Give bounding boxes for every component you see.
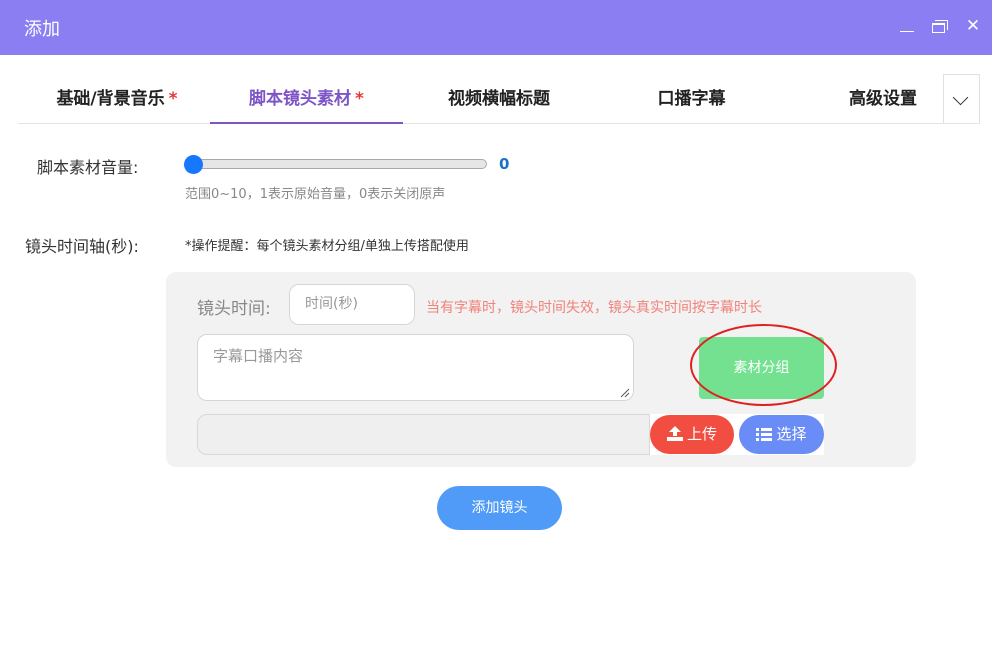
resize-grip-icon[interactable] (618, 386, 630, 398)
add-shot-button[interactable]: 添加镜头 (437, 486, 562, 530)
volume-hint: 范围0~10，1表示原始音量，0表示关闭原声 (185, 187, 446, 202)
chevron-down-icon (952, 89, 969, 106)
tab-label: 基础/背景音乐 (56, 89, 165, 109)
tab-advanced-settings[interactable]: 高级设置 (830, 74, 936, 124)
required-mark: * (168, 89, 178, 109)
shot-time-warning: 当有字幕时，镜头时间失效，镜头真实时间按字幕时长 (426, 300, 762, 316)
tab-bar: 基础/背景音乐 * 脚本镜头素材 * 视频横幅标题 口播字幕 高级设置 (18, 74, 980, 124)
window-title: 添加 (24, 19, 60, 40)
shot-time-input[interactable]: 时间(秒) (289, 284, 415, 325)
upload-icon (666, 426, 683, 441)
volume-value: 0 (499, 155, 510, 173)
required-mark: * (355, 89, 364, 109)
tab-voice-subtitles[interactable]: 口播字幕 (638, 74, 745, 124)
volume-slider-track[interactable] (186, 159, 487, 169)
title-bar: 添加 ✕ (0, 0, 992, 55)
tab-banner-title[interactable]: 视频横幅标题 (438, 74, 560, 124)
list-icon (756, 428, 773, 441)
tab-more-button[interactable] (943, 74, 980, 123)
maximize-icon[interactable] (929, 14, 951, 38)
shot-time-label: 镜头时间: (197, 299, 271, 319)
select-button-label: 选择 (776, 425, 807, 443)
upload-path-field[interactable] (197, 414, 650, 455)
tab-label: 脚本镜头素材 (249, 89, 352, 109)
upload-button[interactable]: 上传 (650, 415, 734, 454)
timeline-label: 镜头时间轴(秒): (25, 237, 139, 256)
volume-label: 脚本素材音量: (37, 158, 139, 177)
subtitle-textarea[interactable]: 字幕口播内容 (197, 334, 634, 401)
select-button[interactable]: 选择 (739, 415, 824, 454)
tab-script-shots[interactable]: 脚本镜头素材 * (210, 74, 403, 124)
tab-label: 视频横幅标题 (448, 89, 550, 109)
operation-tip: *操作提醒：每个镜头素材分组/单独上传搭配使用 (185, 239, 469, 254)
tab-basic-music[interactable]: 基础/背景音乐 * (42, 74, 192, 124)
close-icon[interactable]: ✕ (962, 14, 984, 38)
upload-button-label: 上传 (686, 425, 717, 443)
tab-label: 口播字幕 (657, 89, 726, 109)
highlight-ellipse (690, 324, 837, 406)
volume-slider-thumb[interactable] (184, 155, 203, 174)
tab-label: 高级设置 (849, 89, 917, 109)
minimize-icon[interactable] (897, 14, 919, 38)
